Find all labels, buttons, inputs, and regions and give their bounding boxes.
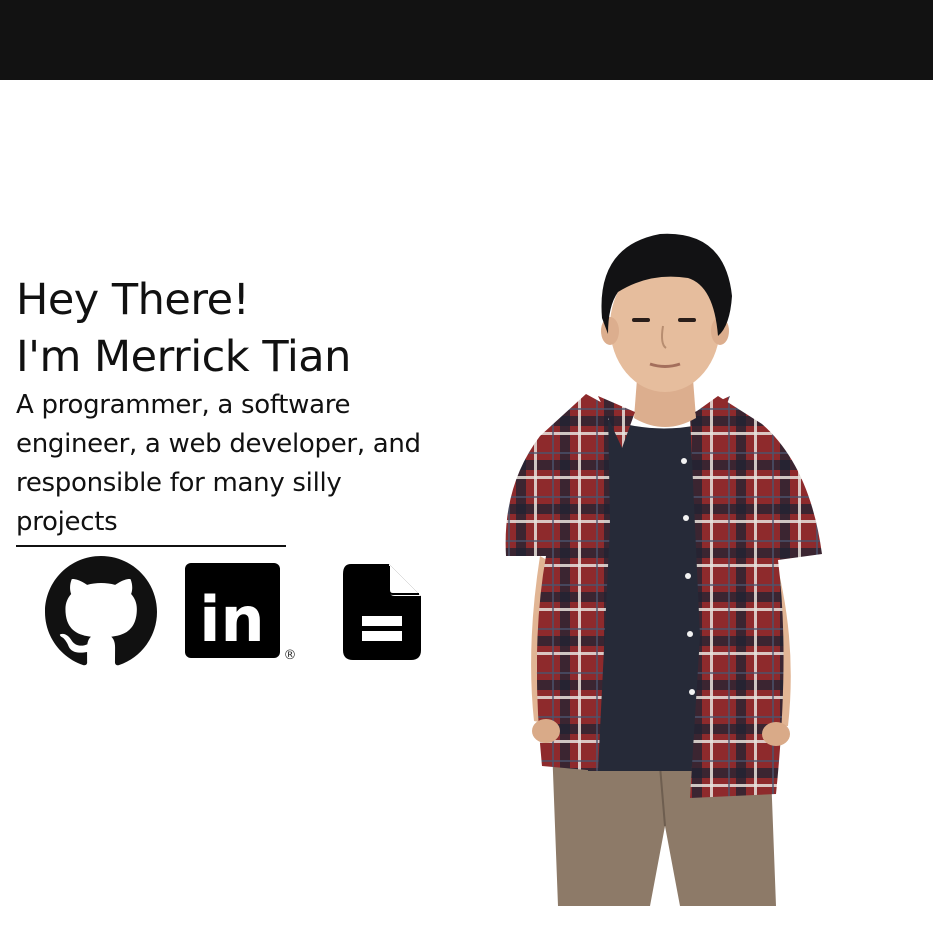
linkedin-icon: in ® [185, 563, 297, 663]
tagline-line-3: responsible for many silly [16, 468, 342, 498]
greeting-line-1: Hey There! [16, 275, 250, 325]
registered-mark: ® [284, 648, 297, 661]
tagline-line-4: projects [16, 507, 118, 537]
hero-divider [16, 545, 286, 547]
hero-heading: Hey There! I'm Merrick Tian [16, 272, 456, 386]
top-nav-bar [0, 0, 933, 80]
greeting-line-2: I'm Merrick Tian [16, 332, 351, 382]
hero-tagline: A programmer, a software engineer, a web… [16, 386, 456, 542]
resume-link[interactable] [343, 564, 421, 660]
resume-document-icon [343, 564, 421, 660]
tagline-line-2: engineer, a web developer, and [16, 429, 421, 459]
profile-portrait [505, 233, 822, 906]
github-icon [45, 556, 157, 666]
linkedin-mark: in [199, 583, 264, 656]
linkedin-link[interactable]: in ® [184, 563, 298, 663]
tagline-line-1: A programmer, a software [16, 390, 351, 420]
hero-intro: Hey There! I'm Merrick Tian A programmer… [16, 272, 456, 542]
github-link[interactable] [45, 556, 157, 668]
